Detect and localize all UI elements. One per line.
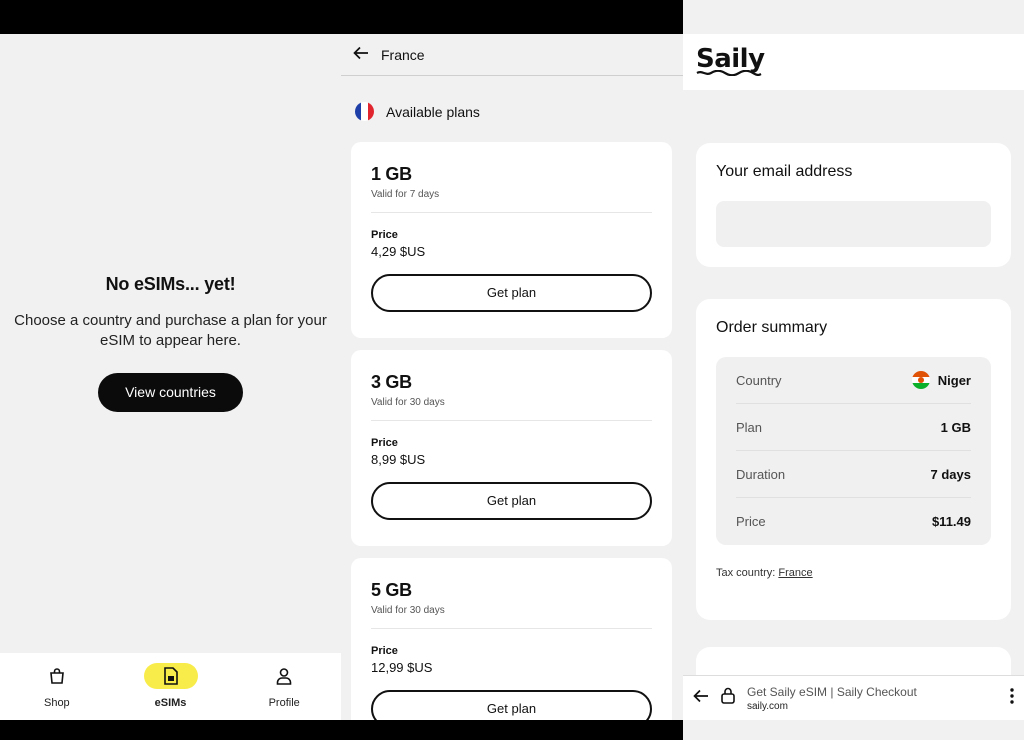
summary-key: Country (736, 372, 782, 388)
email-section: Your email address (696, 143, 1011, 267)
get-plan-button[interactable]: Get plan (371, 690, 652, 720)
nav-esims[interactable]: eSIMs (114, 653, 228, 720)
shopping-bag-icon (30, 663, 84, 689)
browser-url-bar: Get Saily eSIM | Saily Checkout saily.co… (683, 675, 1024, 720)
site-header: Saily (683, 34, 1024, 90)
summary-key: Plan (736, 419, 763, 435)
get-plan-button[interactable]: Get plan (371, 274, 652, 312)
summary-key: Price (736, 514, 766, 529)
esims-screen: No eSIMs... yet! Choose a country and pu… (0, 34, 341, 720)
summary-row-plan: Plan 1 GB (736, 404, 971, 451)
summary-value-wrap: Niger (911, 371, 971, 389)
empty-title: No eSIMs... yet! (105, 274, 236, 294)
plan-card: 1 GB Valid for 7 days Price 4,29 $US Get… (351, 142, 672, 338)
top-bar: France (341, 34, 683, 76)
tax-country-link[interactable]: France (778, 567, 812, 579)
france-flag-icon (355, 102, 374, 121)
saily-logo[interactable]: Saily (696, 46, 1024, 72)
summary-row-price: Price $11.49 (736, 498, 971, 545)
plan-card: 3 GB Valid for 30 days Price 8,99 $US Ge… (351, 350, 672, 546)
summary-key: Duration (736, 466, 786, 482)
country-screen: France Available plans 1 GB Valid for 7 … (341, 34, 683, 720)
plan-data: 1 GB (371, 164, 412, 184)
nav-shop[interactable]: Shop (0, 653, 114, 720)
next-section (696, 647, 1011, 675)
get-plan-button[interactable]: Get plan (371, 482, 652, 520)
back-arrow-icon[interactable] (693, 689, 709, 708)
summary-row-duration: Duration 7 days (736, 451, 971, 498)
more-vert-icon[interactable] (1010, 687, 1014, 709)
empty-message: Choose a country and purchase a plan for… (14, 312, 327, 349)
url-text[interactable]: Get Saily eSIM | Saily Checkout saily.co… (747, 685, 998, 712)
plan-price: 4,29 $US (371, 244, 426, 259)
url: saily.com (747, 700, 788, 712)
sim-card-icon (143, 663, 198, 689)
summary-value: $11.49 (931, 514, 971, 529)
tax-label: Tax country: (716, 567, 776, 579)
view-countries-button[interactable]: View countries (98, 373, 243, 412)
niger-flag-icon (911, 371, 930, 389)
empty-state: No eSIMs... yet! Choose a country and pu… (0, 274, 341, 412)
country-title: France (381, 46, 425, 63)
email-title: Your email address (716, 163, 853, 180)
summary-value: Niger (937, 372, 971, 388)
person-icon (257, 663, 311, 689)
back-arrow-icon[interactable] (353, 46, 369, 63)
lock-icon[interactable] (721, 687, 735, 709)
bottom-nav: Shop eSIMs Profile (0, 653, 341, 720)
plan-data: 3 GB (371, 372, 412, 392)
plan-data: 5 GB (371, 580, 412, 600)
nav-label: Profile (268, 697, 300, 709)
nav-label: Shop (43, 697, 70, 709)
summary-value: 7 days (930, 466, 971, 482)
plans-header: Available plans (341, 76, 683, 121)
checkout-panel: Saily Your email address Order summary C… (683, 0, 1024, 740)
plan-validity: Valid for 30 days (371, 605, 652, 629)
section-title: Available plans (386, 103, 480, 120)
status-bar (683, 0, 1024, 34)
page-title: Get Saily eSIM | Saily Checkout (747, 684, 917, 699)
price-label: Price (371, 229, 398, 241)
price-label: Price (371, 645, 398, 657)
plan-price: 12,99 $US (371, 660, 433, 675)
price-label: Price (371, 437, 398, 449)
summary-value: 1 GB (940, 419, 971, 435)
nav-label: eSIMs (154, 697, 187, 709)
nav-profile[interactable]: Profile (227, 653, 341, 720)
order-summary-section: Order summary Country Niger Plan 1 GB Du… (696, 299, 1011, 620)
email-field[interactable] (716, 201, 991, 247)
summary-table: Country Niger Plan 1 GB Duration 7 days (716, 357, 991, 545)
plan-card: 5 GB Valid for 30 days Price 12,99 $US G… (351, 558, 672, 720)
summary-title: Order summary (716, 319, 828, 336)
tax-country: Tax country: France (716, 567, 991, 579)
plan-price: 8,99 $US (371, 452, 426, 467)
esims-panel: No eSIMs... yet! Choose a country and pu… (0, 0, 341, 740)
checkout-content: Your email address Order summary Country… (683, 90, 1024, 675)
plan-validity: Valid for 7 days (371, 189, 652, 213)
country-plans-panel: France Available plans 1 GB Valid for 7 … (341, 0, 683, 740)
plan-validity: Valid for 30 days (371, 397, 652, 421)
summary-row-country: Country Niger (736, 357, 971, 404)
